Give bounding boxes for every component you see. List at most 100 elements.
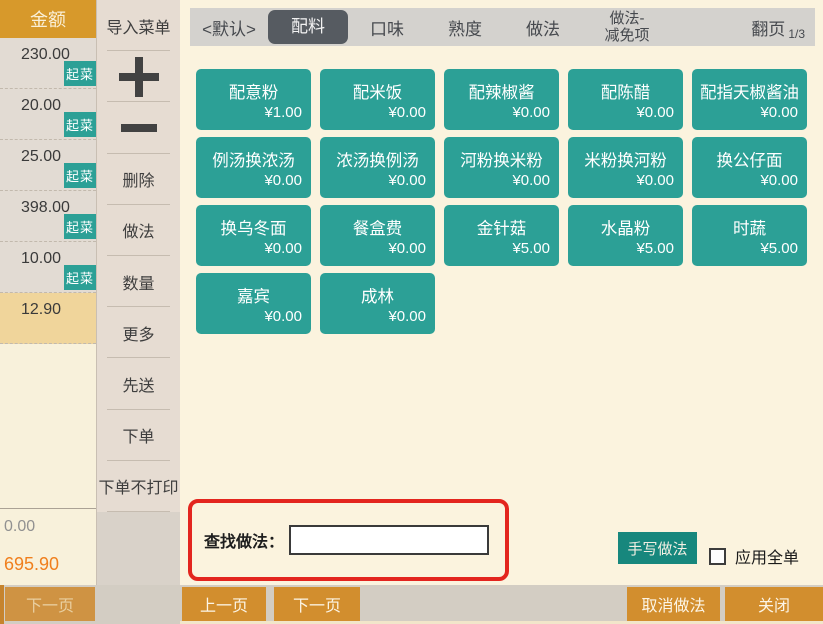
prev-page-button[interactable]: 上一页: [182, 587, 266, 621]
menu-item-label: 更多: [122, 321, 154, 345]
method-button[interactable]: 配指天椒酱油¥0.00: [692, 69, 807, 130]
serve-badge: 起菜: [64, 214, 96, 239]
method-price: ¥0.00: [196, 240, 311, 257]
action-menu: 导入菜单删除做法数量更多先送下单下单不打印: [96, 0, 180, 512]
menu-item-serve-first[interactable]: 先送: [97, 358, 180, 409]
bottom-bar: 下一页 上一页 下一页 取消做法 关闭: [0, 585, 823, 624]
menu-item-label: 先送: [122, 372, 154, 396]
tab-doneness[interactable]: 熟度: [426, 15, 504, 40]
method-name: 浓汤换例汤: [320, 147, 435, 171]
handwrite-method-button[interactable]: 手写做法: [618, 532, 697, 564]
method-price: ¥5.00: [444, 240, 559, 257]
menu-item-increase[interactable]: [97, 51, 180, 102]
tab-taste[interactable]: 口味: [348, 15, 426, 40]
amount-column-header: 金额: [0, 0, 96, 38]
search-input[interactable]: [289, 525, 489, 555]
method-button[interactable]: 嘉宾¥0.00: [196, 273, 311, 334]
method-button[interactable]: 米粉换河粉¥0.00: [568, 137, 683, 198]
cancel-method-button[interactable]: 取消做法: [627, 587, 720, 621]
order-row[interactable]: 20.00起菜: [0, 89, 96, 140]
apply-all-option[interactable]: 应用全单: [709, 544, 799, 568]
apply-all-checkbox[interactable]: [709, 548, 726, 565]
method-price: ¥0.00: [320, 104, 435, 121]
menu-item-more[interactable]: 更多: [97, 307, 180, 358]
next-page-button[interactable]: 下一页: [274, 587, 360, 621]
method-button[interactable]: 餐盒费¥0.00: [320, 205, 435, 266]
method-button[interactable]: 浓汤换例汤¥0.00: [320, 137, 435, 198]
method-button-grid: 配意粉¥1.00配米饭¥0.00配辣椒酱¥0.00配陈醋¥0.00配指天椒酱油¥…: [196, 69, 807, 334]
method-button[interactable]: 成林¥0.00: [320, 273, 435, 334]
method-price: ¥0.00: [692, 104, 807, 121]
tab-label: 熟度: [448, 20, 482, 39]
method-button[interactable]: 金针菇¥5.00: [444, 205, 559, 266]
method-button[interactable]: 时蔬¥5.00: [692, 205, 807, 266]
method-name: 时蔬: [692, 215, 807, 239]
order-row[interactable]: 398.00起菜: [0, 191, 96, 242]
menu-item-place-order-no-print[interactable]: 下单不打印: [97, 461, 180, 512]
method-button[interactable]: 河粉换米粉¥0.00: [444, 137, 559, 198]
method-button[interactable]: 例汤换浓汤¥0.00: [196, 137, 311, 198]
method-name: 配辣椒酱: [444, 79, 559, 103]
menu-item-decrease[interactable]: [97, 102, 180, 153]
method-name: 嘉宾: [196, 283, 311, 307]
menu-bottom-filler: [96, 512, 180, 585]
tab-label-line: 减免项: [582, 27, 672, 44]
search-highlight-box: 查找做法：: [188, 499, 509, 581]
menu-item-label: 下单不打印: [98, 474, 178, 498]
method-button[interactable]: 配陈醋¥0.00: [568, 69, 683, 130]
tab-default[interactable]: <默认>: [190, 15, 268, 40]
menu-item-delete[interactable]: 删除: [97, 154, 180, 205]
page-indicator: 1/3: [788, 27, 805, 41]
menu-item-label: 数量: [122, 270, 154, 294]
order-row[interactable]: 12.90: [0, 293, 96, 344]
serve-badge: 起菜: [64, 61, 96, 86]
method-price: ¥0.00: [444, 104, 559, 121]
order-list-next-page-button[interactable]: 下一页: [5, 587, 95, 621]
tab-label: <默认>: [202, 20, 256, 39]
method-price: ¥0.00: [692, 172, 807, 189]
order-row[interactable]: 10.00起菜: [0, 242, 96, 293]
total-value: 695.90: [4, 554, 59, 575]
tab-label: 口味: [370, 20, 404, 39]
search-label: 查找做法：: [204, 528, 284, 552]
method-button[interactable]: 水晶粉¥5.00: [568, 205, 683, 266]
page-turn-button[interactable]: 翻页1/3: [751, 15, 815, 40]
method-price: ¥5.00: [568, 240, 683, 257]
menu-item-label: 下单: [122, 423, 154, 447]
summary-divider: [0, 508, 96, 509]
method-name: 换乌冬面: [196, 215, 311, 239]
method-button[interactable]: 配意粉¥1.00: [196, 69, 311, 130]
method-price: ¥0.00: [320, 172, 435, 189]
menu-item-quantity[interactable]: 数量: [97, 256, 180, 307]
method-button[interactable]: 换乌冬面¥0.00: [196, 205, 311, 266]
method-name: 成林: [320, 283, 435, 307]
method-name: 换公仔面: [692, 147, 807, 171]
tab-method-deduction[interactable]: 做法-减免项: [582, 10, 672, 45]
method-price: ¥0.00: [196, 308, 311, 325]
method-button[interactable]: 配米饭¥0.00: [320, 69, 435, 130]
method-name: 例汤换浓汤: [196, 147, 311, 171]
tab-label: 配料: [291, 17, 325, 36]
tab-method[interactable]: 做法: [504, 15, 582, 40]
tab-ingredients[interactable]: 配料: [268, 10, 348, 44]
menu-item-method[interactable]: 做法: [97, 205, 180, 256]
method-button[interactable]: 配辣椒酱¥0.00: [444, 69, 559, 130]
subtotal-value: 0.00: [4, 518, 35, 536]
order-row[interactable]: 25.00起菜: [0, 140, 96, 191]
method-button[interactable]: 换公仔面¥0.00: [692, 137, 807, 198]
close-button[interactable]: 关闭: [725, 587, 823, 621]
left-edge-sliver: [0, 585, 4, 624]
method-name: 水晶粉: [568, 215, 683, 239]
method-price: ¥0.00: [444, 172, 559, 189]
method-price: ¥5.00: [692, 240, 807, 257]
order-row[interactable]: 230.00起菜: [0, 38, 96, 89]
menu-item-import-menu[interactable]: 导入菜单: [97, 0, 180, 51]
method-name: 配意粉: [196, 79, 311, 103]
tab-label: 做法: [526, 20, 560, 39]
category-tab-bar: <默认> 配料 口味 熟度 做法 做法-减免项 翻页1/3: [190, 8, 815, 46]
menu-item-label: 删除: [122, 167, 154, 191]
method-price: ¥0.00: [568, 104, 683, 121]
main-area: <默认> 配料 口味 熟度 做法 做法-减免项 翻页1/3 配意粉¥1.00配米饭¥0.00…: [180, 0, 823, 585]
method-price: ¥0.00: [320, 240, 435, 257]
menu-item-place-order[interactable]: 下单: [97, 410, 180, 461]
